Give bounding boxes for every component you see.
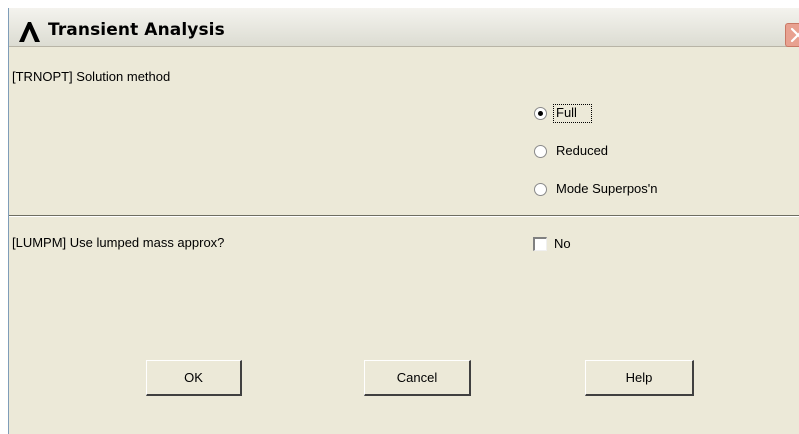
cancel-button[interactable]: Cancel [364, 360, 471, 396]
window-title: Transient Analysis [48, 20, 225, 40]
close-icon [786, 27, 799, 46]
lumped-mass-label: [LUMPM] Use lumped mass approx? [12, 235, 225, 250]
title-bar[interactable]: Transient Analysis [9, 8, 799, 47]
ok-button[interactable]: OK [146, 360, 242, 396]
radio-reduced[interactable] [534, 145, 547, 158]
section-divider [9, 215, 799, 217]
radio-full-label[interactable]: Full [556, 105, 577, 120]
radio-full[interactable] [534, 107, 547, 120]
transient-analysis-dialog: Transient Analysis [TRNOPT] Solution met… [8, 8, 799, 434]
close-button[interactable] [785, 23, 799, 47]
lumped-mass-checkbox[interactable] [533, 237, 547, 251]
radio-mode-superpos-label[interactable]: Mode Superpos'n [556, 181, 658, 196]
radio-mode-superpos[interactable] [534, 183, 547, 196]
ansys-logo-icon [18, 21, 40, 43]
help-button[interactable]: Help [585, 360, 694, 396]
lumped-mass-checkbox-label[interactable]: No [554, 236, 571, 251]
radio-reduced-label[interactable]: Reduced [556, 143, 608, 158]
solution-method-label: [TRNOPT] Solution method [12, 69, 171, 84]
